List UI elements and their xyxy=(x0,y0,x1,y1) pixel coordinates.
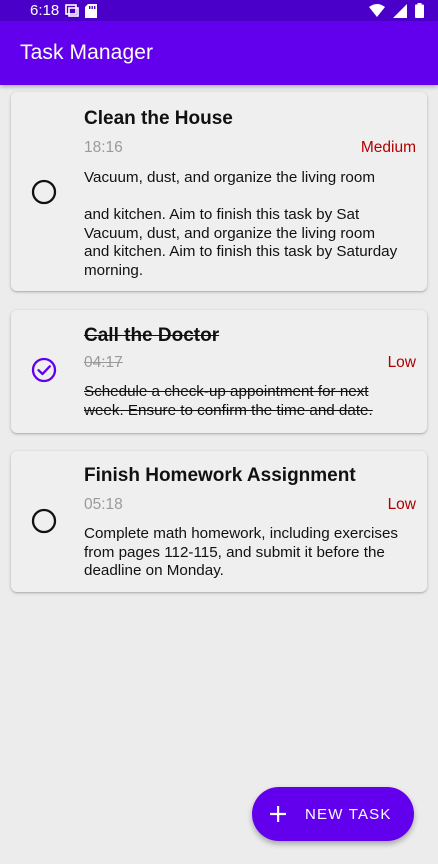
unchecked-circle-icon[interactable] xyxy=(31,179,57,205)
status-left: 6:18 xyxy=(30,2,98,19)
screen-icon xyxy=(65,4,80,17)
sd-card-icon xyxy=(85,3,98,18)
battery-icon xyxy=(415,3,424,18)
app-bar: Task Manager xyxy=(0,21,438,85)
task-description: Vacuum, dust, and organize the living ro… xyxy=(84,169,398,279)
task-card[interactable]: Call the Doctor 04:17 Low Schedule a che… xyxy=(11,310,427,433)
new-task-button[interactable]: NEW TASK xyxy=(252,787,414,841)
signal-icon xyxy=(393,3,407,18)
task-title: Clean the House xyxy=(84,108,233,129)
wifi-icon xyxy=(369,4,385,17)
task-priority: Low xyxy=(387,496,416,513)
status-right xyxy=(369,3,424,18)
task-priority: Low xyxy=(387,354,416,371)
task-description: Schedule a check-up appointment for next… xyxy=(84,383,373,419)
plus-icon xyxy=(270,806,286,822)
new-task-label: NEW TASK xyxy=(305,805,392,823)
screen: 6:18 Task Manager Clean the House 18:16 … xyxy=(0,0,438,864)
task-title: Finish Homework Assignment xyxy=(84,465,356,486)
task-time: 04:17 xyxy=(84,354,123,371)
task-description: Complete math homework, including exerci… xyxy=(84,525,399,580)
status-time: 6:18 xyxy=(30,2,60,19)
task-title: Call the Doctor xyxy=(84,325,220,346)
page-title: Task Manager xyxy=(20,41,154,64)
task-card[interactable]: Clean the House 18:16 Medium Vacuum, dus… xyxy=(11,92,427,291)
unchecked-circle-icon[interactable] xyxy=(31,508,57,534)
status-bar: 6:18 xyxy=(0,0,438,21)
checked-circle-icon[interactable] xyxy=(31,357,57,383)
task-priority: Medium xyxy=(360,139,416,156)
task-card[interactable]: Finish Homework Assignment 05:18 Low Com… xyxy=(11,451,427,592)
task-time: 18:16 xyxy=(84,139,123,156)
task-time: 05:18 xyxy=(84,496,123,513)
